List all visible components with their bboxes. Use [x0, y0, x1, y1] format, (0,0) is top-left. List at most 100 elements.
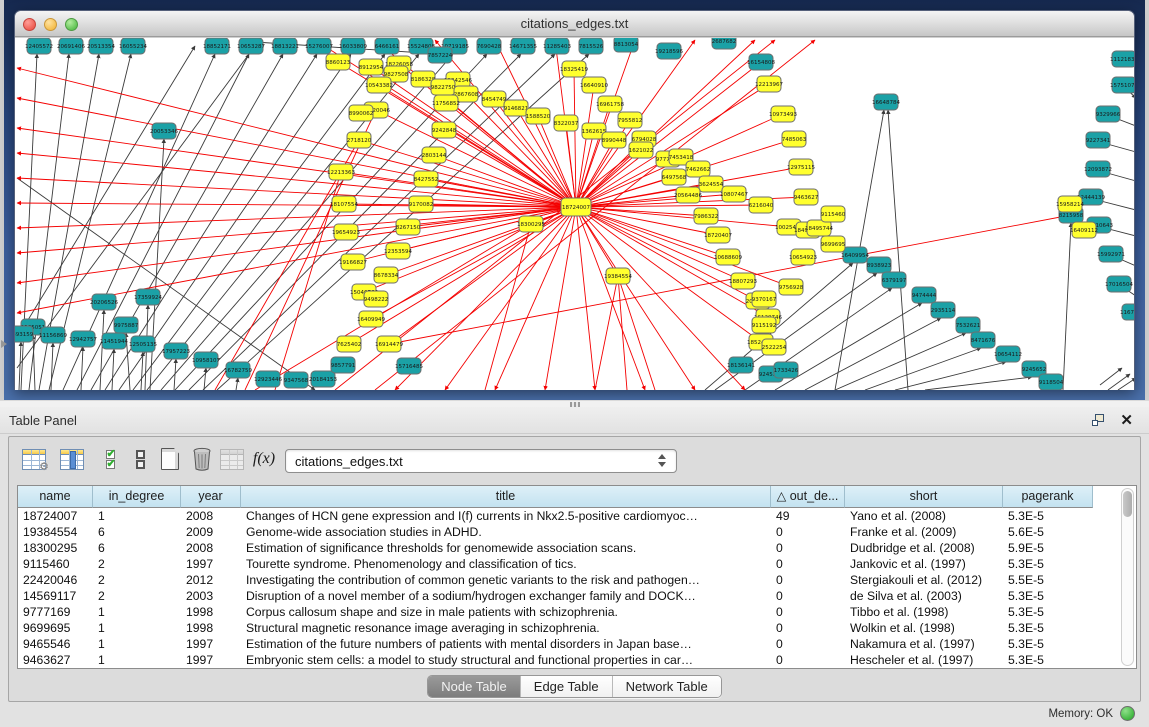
graph-node[interactable]: 9699695 [821, 236, 846, 252]
graph-node[interactable]: 9393159 [15, 326, 34, 342]
column-header-year[interactable]: year [181, 486, 241, 508]
graph-node[interactable]: 16648784 [872, 94, 900, 110]
graph-node[interactable]: 9227341 [1086, 132, 1111, 148]
red-edge[interactable] [618, 276, 627, 390]
black-edge[interactable] [925, 377, 1032, 390]
graph-node[interactable]: 7986322 [694, 208, 719, 224]
table-row[interactable]: 911546021997Tourette syndrome. Phenomeno… [18, 556, 1122, 572]
graph-node[interactable]: 7532621 [956, 317, 981, 333]
red-edge[interactable] [545, 207, 576, 390]
dropdown-stepper-icon[interactable] [658, 454, 667, 470]
graph-node[interactable]: 12505135 [129, 336, 157, 352]
graph-node[interactable]: 8454749 [482, 91, 507, 107]
graph-node[interactable]: 18852171 [203, 38, 231, 54]
graph-node[interactable]: 12975115 [787, 159, 815, 175]
graph-node[interactable]: 15716485 [395, 358, 423, 374]
graph-node[interactable]: 11675358 [1120, 304, 1134, 320]
graph-node[interactable]: 15958214 [1056, 196, 1084, 212]
graph-node[interactable]: 9347568 [284, 372, 309, 388]
graph-node[interactable]: 18300295 [517, 216, 545, 232]
graph-node[interactable]: 7955812 [618, 112, 643, 128]
graph-node[interactable]: 9463627 [794, 189, 819, 205]
tab-network-table[interactable]: Network Table [613, 676, 721, 697]
close-panel-icon[interactable]: ✕ [1120, 411, 1133, 429]
graph-node[interactable]: 7690428 [477, 38, 502, 54]
column-header-out-de-[interactable]: △ out_de... [771, 486, 845, 508]
red-edge[interactable] [576, 85, 594, 207]
graph-node[interactable]: 12942757 [69, 331, 97, 347]
graph-node[interactable]: 2718120 [347, 132, 372, 148]
red-edge[interactable] [17, 128, 576, 207]
graph-node[interactable]: 17957223 [162, 343, 190, 359]
graph-node[interactable]: 9975887 [114, 317, 139, 333]
graph-node[interactable]: 7815526 [579, 38, 604, 54]
red-edge[interactable] [17, 207, 576, 253]
graph-node[interactable]: 19218596 [655, 43, 683, 59]
graph-node[interactable]: 9498222 [364, 291, 389, 307]
network-canvas[interactable]: 1240557220691406205133541605523418852171… [15, 38, 1134, 390]
graph-node[interactable]: 7625402 [337, 336, 362, 352]
black-edge[interactable] [100, 310, 104, 390]
table-row[interactable]: 1456911722003Disruption of a novel membe… [18, 588, 1122, 604]
right-splitter[interactable] [1145, 0, 1149, 400]
graph-node[interactable]: 8471676 [971, 332, 996, 348]
graph-node[interactable]: 16782759 [224, 362, 252, 378]
graph-node[interactable]: 1588520 [526, 108, 551, 124]
graph-node[interactable]: 2803144 [422, 147, 447, 163]
graph-node[interactable]: 2687682 [712, 38, 737, 49]
red-edge[interactable] [595, 276, 618, 390]
red-edge[interactable] [576, 207, 595, 390]
column-header-in-degree[interactable]: in_degree [93, 486, 181, 508]
tab-edge-table[interactable]: Edge Table [521, 676, 613, 697]
import-table-button[interactable] [217, 445, 247, 473]
graph-node[interactable]: 18813221 [271, 38, 299, 54]
graph-node[interactable]: 6216040 [749, 197, 774, 213]
graph-node[interactable]: 9242848 [432, 122, 457, 138]
graph-node[interactable]: 19166827 [339, 254, 367, 270]
red-edge[interactable] [576, 207, 695, 390]
black-edge[interactable] [888, 110, 908, 390]
graph-node[interactable]: 9115192 [752, 317, 777, 333]
graph-node[interactable]: 16409949 [357, 311, 385, 327]
graph-node[interactable]: 16055234 [119, 38, 147, 54]
table-row[interactable]: 969969511998Structural magnetic resonanc… [18, 620, 1122, 636]
graph-node[interactable]: 10654923 [789, 249, 817, 265]
graph-node[interactable]: 8990062 [349, 105, 374, 121]
red-edge[interactable] [17, 178, 576, 207]
graph-node[interactable]: 20206526 [90, 294, 118, 310]
graph-node[interactable]: 14671355 [509, 38, 537, 54]
black-edge[interactable] [835, 333, 966, 390]
graph-node[interactable]: 9170082 [409, 196, 434, 212]
new-table-button[interactable] [155, 445, 185, 473]
black-edge[interactable] [1063, 223, 1071, 390]
graph-node[interactable]: 9756928 [779, 279, 804, 295]
graph-node[interactable]: 18325419 [560, 61, 588, 77]
graph-node[interactable]: 10653287 [237, 38, 265, 54]
column-header-short[interactable]: short [845, 486, 1003, 508]
graph-node[interactable]: 11756852 [432, 95, 460, 111]
graph-node[interactable]: 6466161 [375, 38, 400, 54]
graph-node[interactable]: 18807293 [729, 273, 757, 289]
table-row[interactable]: 1872400712008Changes of HCN gene express… [18, 508, 1122, 524]
graph-node[interactable]: 10973493 [769, 106, 797, 122]
graph-node[interactable]: 8938923 [867, 257, 892, 273]
graph-node[interactable]: 1733426 [774, 362, 799, 378]
graph-node[interactable]: 8322037 [554, 115, 579, 131]
red-edge[interactable] [17, 153, 576, 207]
graph-node[interactable]: 8267150 [396, 219, 421, 235]
graph-node[interactable]: 9474444 [912, 287, 937, 303]
graph-node[interactable]: 12213967 [755, 76, 783, 92]
graph-node[interactable]: 18107554 [330, 196, 358, 212]
graph-node[interactable]: 10688609 [714, 249, 742, 265]
graph-node[interactable]: 18720407 [704, 227, 732, 243]
graph-node[interactable]: 16033809 [339, 38, 367, 54]
graph-node[interactable]: 8813054 [614, 38, 639, 52]
black-edge[interactable] [81, 347, 83, 390]
graph-node[interactable]: 12353594 [384, 243, 412, 259]
graph-node[interactable]: 10543382 [365, 77, 393, 93]
tab-node-table[interactable]: Node Table [428, 676, 521, 697]
graph-node[interactable]: 17016504 [1105, 276, 1133, 292]
black-edge[interactable] [19, 342, 21, 390]
graph-node[interactable]: 10807467 [720, 186, 748, 202]
graph-node[interactable]: 15276007 [305, 38, 333, 54]
